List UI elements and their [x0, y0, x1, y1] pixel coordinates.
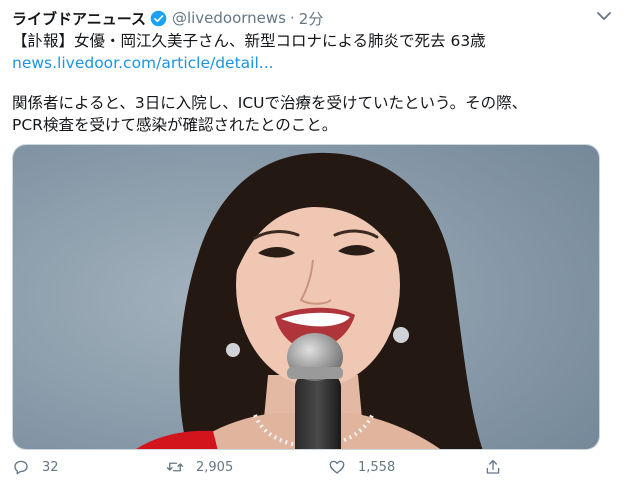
- like-button[interactable]: 1,558: [328, 458, 395, 476]
- share-icon: [486, 459, 500, 474]
- tweet-header: ライブドアニュース @livedoornews · 2分: [12, 6, 323, 30]
- reply-icon: [14, 460, 28, 475]
- separator-dot: ·: [290, 9, 295, 27]
- tweet-actions: 32 2,905 1,558: [0, 458, 644, 480]
- photo-illustration: [13, 145, 599, 449]
- like-icon: [329, 460, 345, 474]
- share-button[interactable]: [484, 458, 514, 476]
- retweet-count: 2,905: [196, 459, 234, 475]
- reply-button[interactable]: 32: [12, 458, 59, 476]
- like-count: 1,558: [358, 459, 396, 475]
- tweet-body-line-1: 関係者によると、3日に入院し、ICUで治療を受けていたという。その際、: [12, 94, 528, 112]
- caret-down-icon[interactable]: [594, 6, 614, 26]
- handle[interactable]: @livedoornews: [172, 9, 286, 27]
- retweet-icon: [166, 462, 184, 472]
- tweet-photo[interactable]: [12, 144, 600, 450]
- retweet-button[interactable]: 2,905: [166, 458, 233, 476]
- tweet-headline: 【訃報】女優・岡江久美子さん、新型コロナによる肺炎で死去 63歳: [12, 32, 486, 50]
- timestamp[interactable]: 2分: [299, 8, 324, 29]
- verified-badge-icon: [150, 10, 167, 26]
- tweet: ライブドアニュース @livedoornews · 2分 【訃報】女優・岡江久美…: [0, 0, 644, 483]
- tweet-body-line-2: PCR検査を受けて感染が確認されたとのこと。: [12, 116, 338, 134]
- reply-count: 32: [42, 459, 59, 475]
- display-name[interactable]: ライブドアニュース: [12, 8, 146, 29]
- article-link[interactable]: news.livedoor.com/article/detail...: [12, 52, 274, 74]
